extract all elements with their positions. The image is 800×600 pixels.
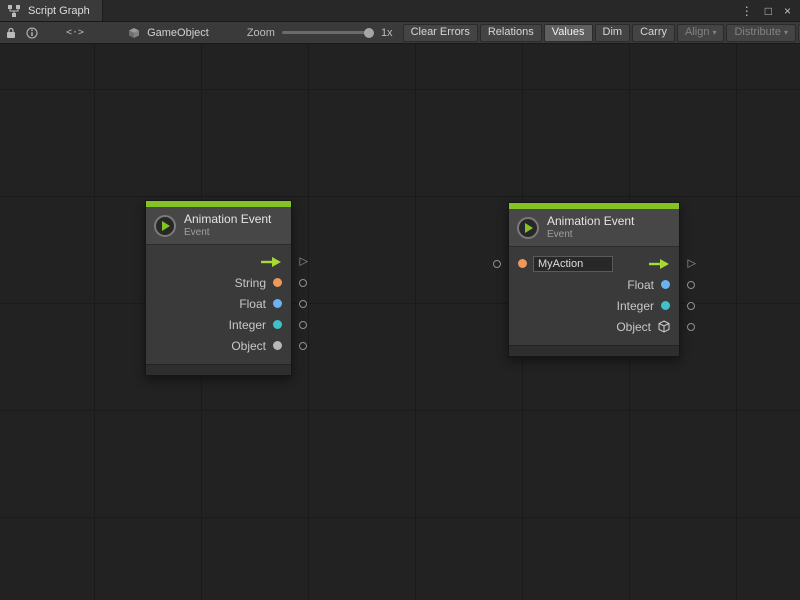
output-row-integer: Integer — [509, 295, 679, 316]
flow-output-port[interactable]: ▷ — [300, 256, 308, 267]
object-cube-icon — [658, 320, 670, 333]
zoom-control: Zoom 1x — [247, 27, 393, 39]
zoom-slider[interactable] — [282, 27, 374, 39]
zoom-slider-track — [282, 31, 374, 34]
node-footer — [146, 364, 291, 375]
values-button[interactable]: Values — [544, 24, 593, 42]
maximize-icon[interactable]: □ — [765, 5, 772, 17]
gameobject-breadcrumb[interactable]: GameObject — [126, 25, 209, 41]
event-play-icon — [517, 217, 539, 239]
float-type-dot — [661, 280, 670, 289]
zoom-label: Zoom — [247, 27, 275, 39]
action-input-row: ▷ — [509, 253, 679, 274]
flow-arrow-icon[interactable] — [648, 258, 670, 270]
script-graph-icon — [6, 3, 22, 19]
clear-errors-button[interactable]: Clear Errors — [403, 24, 478, 42]
output-row-integer: Integer — [146, 314, 291, 335]
output-row-object: Object — [146, 335, 291, 356]
graph-canvas[interactable]: Animation Event Event ▷ String F — [0, 44, 800, 600]
output-row-float: Float — [146, 293, 291, 314]
action-input-port[interactable] — [493, 260, 501, 268]
integer-output-port[interactable] — [687, 302, 695, 310]
object-type-dot — [273, 341, 282, 350]
align-button[interactable]: Align ▾ — [677, 24, 724, 42]
integer-output-port[interactable] — [299, 321, 307, 329]
flow-arrow-icon[interactable] — [260, 256, 282, 268]
tab-script-graph[interactable]: Script Graph — [0, 0, 103, 21]
event-play-icon — [154, 215, 176, 237]
string-type-dot — [518, 259, 527, 268]
node-subtitle: Event — [184, 227, 271, 238]
chevron-down-icon: ▾ — [784, 29, 788, 37]
object-output-port[interactable] — [687, 323, 695, 331]
relations-button[interactable]: Relations — [480, 24, 542, 42]
float-type-dot — [273, 299, 282, 308]
integer-type-dot — [273, 320, 282, 329]
output-row-string: String — [146, 272, 291, 293]
node-subtitle: Event — [547, 229, 634, 240]
flow-output-port[interactable]: ▷ — [688, 258, 696, 269]
node-footer — [509, 345, 679, 356]
window-controls: ⋮ □ × — [741, 0, 800, 21]
carry-button[interactable]: Carry — [632, 24, 675, 42]
action-name-field[interactable] — [533, 256, 613, 272]
node-header[interactable]: Animation Event Event — [146, 207, 291, 245]
object-output-port[interactable] — [299, 342, 307, 350]
node-animation-event-1[interactable]: Animation Event Event ▷ String F — [145, 200, 292, 376]
float-output-port[interactable] — [687, 281, 695, 289]
zoom-value: 1x — [381, 27, 393, 39]
lock-icon[interactable] — [6, 25, 16, 41]
node-animation-event-2[interactable]: Animation Event Event ▷ Float — [508, 202, 680, 357]
code-icon[interactable]: <·> — [66, 25, 84, 41]
close-icon[interactable]: × — [784, 5, 791, 17]
info-icon[interactable] — [26, 25, 38, 41]
flow-output-row: ▷ — [146, 251, 291, 272]
dim-button[interactable]: Dim — [595, 24, 631, 42]
node-body: ▷ String Float Integer Object — [146, 245, 291, 364]
node-title: Animation Event — [184, 213, 271, 226]
toolbar-buttons: Clear Errors Relations Values Dim Carry … — [403, 24, 800, 42]
tab-title: Script Graph — [28, 5, 90, 17]
distribute-button[interactable]: Distribute ▾ — [726, 24, 795, 42]
chevron-down-icon: ▾ — [712, 29, 716, 37]
integer-type-dot — [661, 301, 670, 310]
node-header[interactable]: Animation Event Event — [509, 209, 679, 247]
graph-toolbar: <·> GameObject Zoom 1x Clear Errors Rela… — [0, 22, 800, 44]
window-tab-bar: Script Graph ⋮ □ × — [0, 0, 800, 22]
node-body: ▷ Float Integer Object — [509, 247, 679, 345]
string-output-port[interactable] — [299, 279, 307, 287]
node-title: Animation Event — [547, 215, 634, 228]
float-output-port[interactable] — [299, 300, 307, 308]
gameobject-label: GameObject — [147, 27, 209, 39]
output-row-object: Object — [509, 316, 679, 337]
gameobject-icon — [126, 25, 142, 41]
output-row-float: Float — [509, 274, 679, 295]
string-type-dot — [273, 278, 282, 287]
zoom-slider-handle[interactable] — [364, 28, 374, 38]
menu-icon[interactable]: ⋮ — [741, 5, 753, 17]
